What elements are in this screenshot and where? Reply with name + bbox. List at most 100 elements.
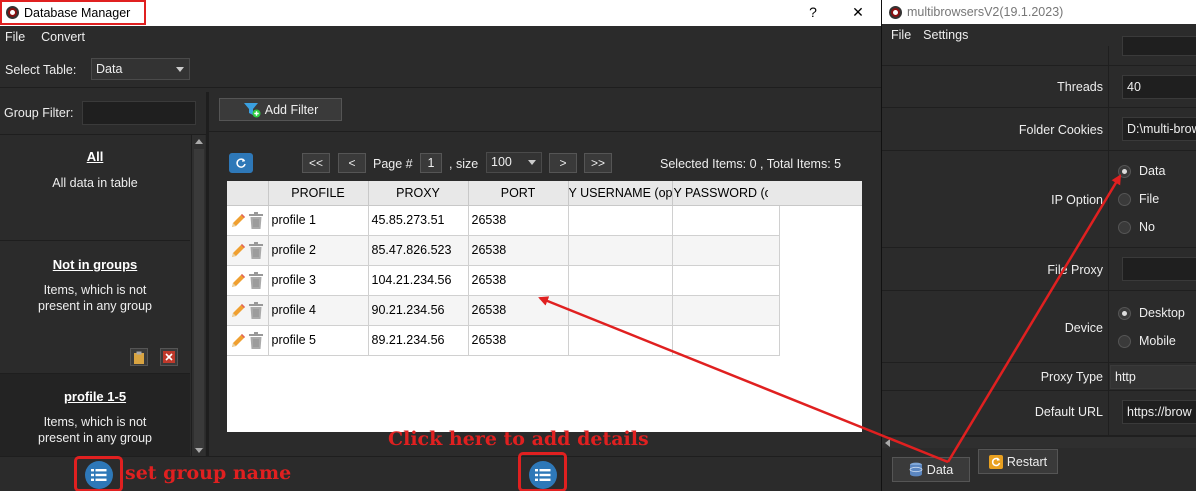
default-url-input[interactable]: https://brow: [1122, 400, 1196, 424]
proxy-type-dropdown[interactable]: http: [1110, 365, 1196, 389]
cell-password[interactable]: [672, 295, 780, 326]
trash-icon[interactable]: [249, 301, 263, 319]
cell-username[interactable]: [568, 295, 674, 326]
edit-pencil-icon[interactable]: [230, 302, 247, 319]
group-item-not-in-groups[interactable]: Not in groups Items, which is not presen…: [0, 241, 190, 374]
radio-label: File: [1139, 192, 1160, 206]
partial-field[interactable]: [1122, 36, 1196, 56]
trash-icon[interactable]: [249, 211, 263, 229]
last-page-button[interactable]: >>: [584, 153, 612, 173]
trash-icon[interactable]: [249, 331, 263, 349]
table-row[interactable]: profile 3 104.21.234.56 26538: [227, 265, 780, 296]
group-item-profile-1-5[interactable]: profile 1-5 Items, which is not present …: [0, 374, 190, 457]
filter-add-icon: [243, 102, 261, 117]
prev-page-button[interactable]: <: [338, 153, 366, 173]
page-size-dropdown[interactable]: 100: [486, 152, 542, 173]
cell-port[interactable]: 26538: [468, 325, 569, 356]
cell-password[interactable]: [672, 325, 780, 356]
row-actions: [227, 265, 269, 296]
ip-option-data[interactable]: Data: [1118, 164, 1165, 178]
cell-password[interactable]: [672, 205, 780, 236]
cell-profile[interactable]: profile 4: [268, 295, 369, 326]
file-proxy-input[interactable]: [1122, 257, 1196, 281]
table-row[interactable]: profile 2 85.47.826.523 26538: [227, 235, 780, 266]
data-button[interactable]: Data: [892, 457, 970, 482]
cell-proxy[interactable]: 104.21.234.56: [368, 265, 469, 296]
edit-pencil-icon[interactable]: [230, 242, 247, 259]
scroll-thumb[interactable]: [194, 149, 204, 449]
delete-group-button[interactable]: [160, 348, 178, 366]
cell-port[interactable]: 26538: [468, 235, 569, 266]
menu-file[interactable]: File: [891, 28, 911, 42]
select-table-label: Select Table:: [5, 63, 77, 77]
cell-port[interactable]: 26538: [468, 265, 569, 296]
group-filter-label: Group Filter:: [4, 106, 74, 120]
cell-username[interactable]: [568, 235, 674, 266]
trash-icon[interactable]: [249, 241, 263, 259]
refresh-button[interactable]: [229, 153, 253, 173]
app-logo-icon: [6, 6, 19, 19]
chevron-down-icon: [528, 160, 536, 165]
table-row[interactable]: profile 4 90.21.234.56 26538: [227, 295, 780, 326]
table-row[interactable]: profile 1 45.85.273.51 26538: [227, 205, 780, 236]
cell-profile[interactable]: profile 5: [268, 325, 369, 356]
ip-option-file[interactable]: File: [1118, 192, 1159, 206]
next-page-button[interactable]: >: [549, 153, 577, 173]
cell-proxy[interactable]: 45.85.273.51: [368, 205, 469, 236]
cell-proxy[interactable]: 89.21.234.56: [368, 325, 469, 356]
clipboard-button[interactable]: [130, 348, 148, 366]
group-filter-input[interactable]: [82, 101, 196, 125]
menu-file[interactable]: File: [5, 30, 25, 44]
edit-pencil-icon[interactable]: [230, 272, 247, 289]
trash-icon[interactable]: [249, 271, 263, 289]
cell-proxy[interactable]: 90.21.234.56: [368, 295, 469, 326]
restart-button[interactable]: Restart: [978, 449, 1058, 474]
device-option-mobile[interactable]: Mobile: [1118, 334, 1176, 348]
edit-pencil-icon[interactable]: [230, 212, 247, 229]
cell-port[interactable]: 26538: [468, 205, 569, 236]
scroll-down-icon[interactable]: [195, 448, 203, 453]
threads-input[interactable]: 40: [1122, 75, 1196, 99]
first-page-button[interactable]: <<: [302, 153, 330, 173]
settings-hscrollbar[interactable]: [882, 436, 1196, 448]
select-table-dropdown[interactable]: Data: [91, 58, 190, 80]
delete-icon: [163, 351, 175, 363]
threads-label: Threads: [1057, 80, 1103, 94]
scroll-up-icon[interactable]: [195, 139, 203, 144]
table-body: profile 1 45.85.273.51 26538 profile 2 85.47…: [227, 205, 780, 356]
menu-convert[interactable]: Convert: [41, 30, 85, 44]
column-header-port[interactable]: PORT: [468, 181, 569, 206]
folder-cookies-input[interactable]: D:\multi-brow: [1122, 117, 1196, 141]
column-header-profile[interactable]: PROFILE: [268, 181, 369, 206]
group-desc: Items, which is not present in any group: [38, 283, 152, 313]
cell-profile[interactable]: profile 2: [268, 235, 369, 266]
column-header-password[interactable]: Y PASSWORD (op: [672, 181, 780, 206]
cell-username[interactable]: [568, 325, 674, 356]
cell-proxy[interactable]: 85.47.826.523: [368, 235, 469, 266]
cell-username[interactable]: [568, 205, 674, 236]
group-list-scrollbar[interactable]: [191, 135, 205, 457]
add-details-button[interactable]: [529, 461, 557, 489]
add-filter-button[interactable]: Add Filter: [219, 98, 342, 121]
cell-profile[interactable]: profile 3: [268, 265, 369, 296]
ip-option-no[interactable]: No: [1118, 220, 1155, 234]
page-number-input[interactable]: 1: [420, 153, 442, 173]
device-option-desktop[interactable]: Desktop: [1118, 306, 1185, 320]
radio-icon: [1118, 192, 1131, 206]
column-header-proxy[interactable]: PROXY: [368, 181, 469, 206]
group-item-all[interactable]: All All data in table: [0, 135, 190, 241]
edit-pencil-icon[interactable]: [230, 332, 247, 349]
column-header-username[interactable]: Y USERNAME (op: [568, 181, 674, 206]
cell-port[interactable]: 26538: [468, 295, 569, 326]
help-button[interactable]: ?: [800, 2, 826, 22]
cell-profile[interactable]: profile 1: [268, 205, 369, 236]
close-button[interactable]: ✕: [845, 2, 871, 22]
radio-label: No: [1139, 220, 1155, 234]
table-row[interactable]: profile 5 89.21.234.56 26538: [227, 325, 780, 356]
scroll-left-icon[interactable]: [885, 439, 890, 447]
cell-password[interactable]: [672, 265, 780, 296]
set-group-name-button[interactable]: [85, 461, 113, 489]
menu-settings[interactable]: Settings: [923, 28, 968, 42]
cell-password[interactable]: [672, 235, 780, 266]
cell-username[interactable]: [568, 265, 674, 296]
